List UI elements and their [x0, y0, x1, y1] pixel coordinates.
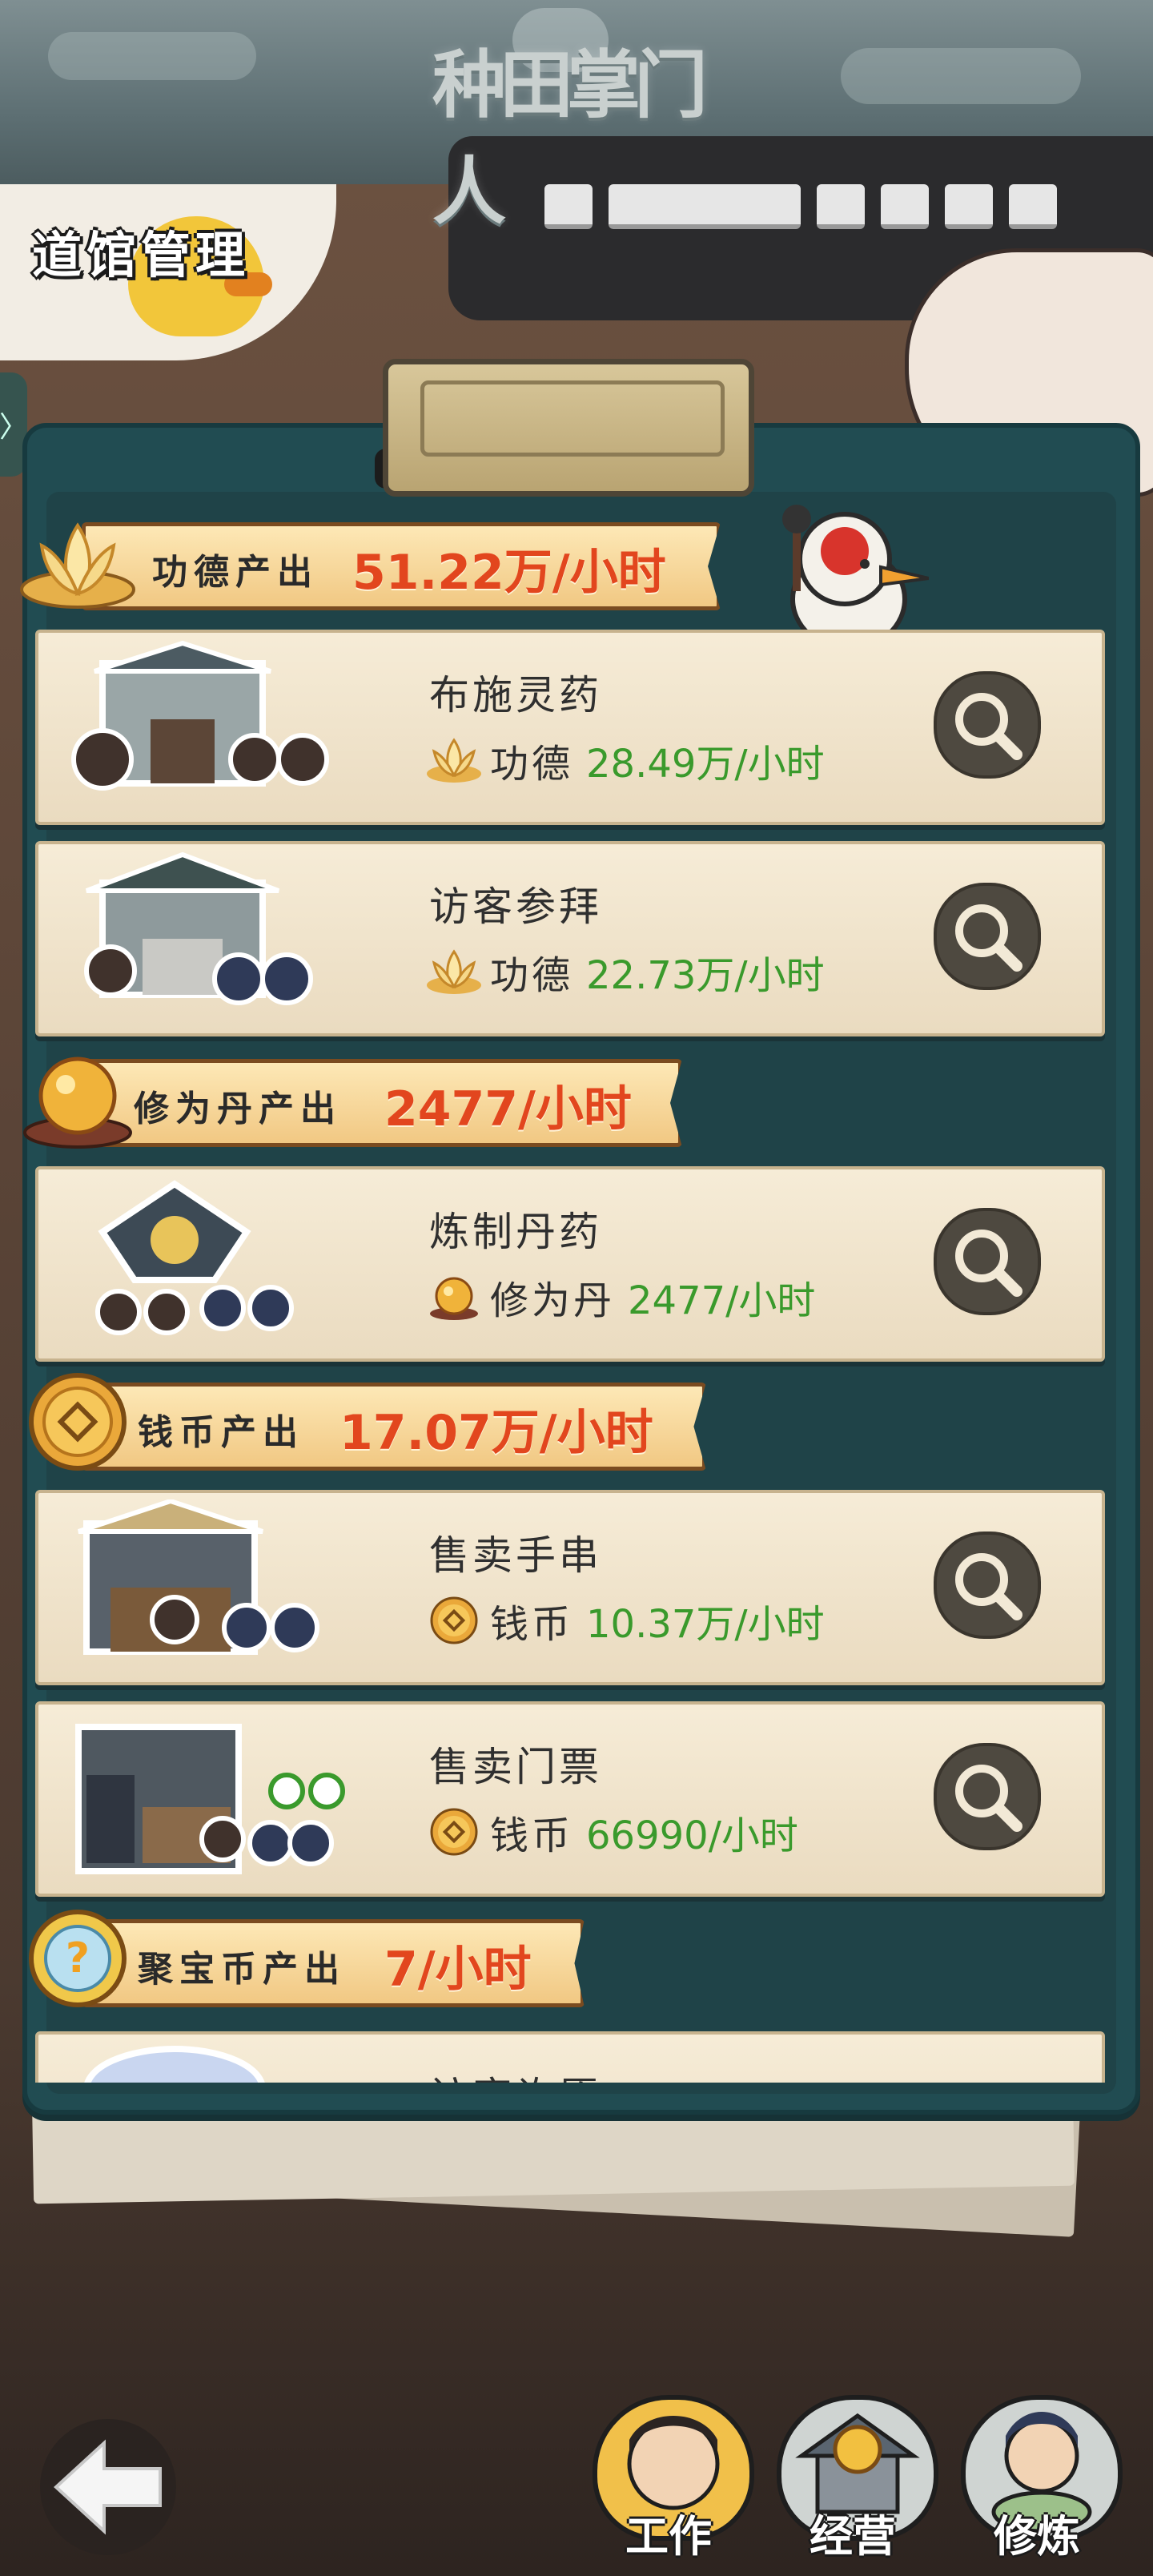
item-rate-row: 钱币 66990/小时 [423, 1804, 798, 1860]
item-currency-label: 钱币 [490, 1602, 574, 1647]
back-arrow-icon[interactable] [40, 2419, 176, 2555]
nav-work-button[interactable]: 工作 [585, 2387, 754, 2563]
item-name: 访客参拜 [429, 883, 602, 930]
section-header-coins: 钱币产出 17.07万/小时 [10, 1370, 714, 1471]
search-icon[interactable] [934, 1532, 1041, 1639]
svg-text:?: ? [66, 1934, 90, 1982]
item-rate-value: 2477/小时 [628, 1278, 816, 1323]
section-label: 钱币产出 [138, 1412, 304, 1453]
item-rate-row: 功德 22.73万/小时 [423, 944, 825, 1000]
section-label: 修为丹产出 [134, 1089, 342, 1129]
pill-orb-icon [430, 1277, 478, 1320]
search-icon[interactable] [934, 1208, 1041, 1315]
list-item-refine-pills: 炼制丹药 修为丹 2477/小时 [35, 1166, 1105, 1362]
section-value: 17.07万/小时 [339, 1405, 653, 1461]
nav-label: 工作 [625, 2510, 712, 2562]
item-rate-value: 28.49万/小时 [586, 742, 825, 787]
lotus-icon [427, 949, 481, 994]
building-thumbnail-icon [95, 1180, 294, 1335]
lotus-icon [427, 738, 481, 783]
coin-icon [430, 1808, 478, 1856]
item-rate-value: 66990/小时 [586, 1813, 798, 1858]
item-currency-label: 功德 [490, 742, 574, 787]
section-label: 功德产出 [152, 552, 319, 593]
item-rate-value: 22.73万/小时 [586, 953, 825, 998]
item-name: 布施灵药 [429, 672, 602, 718]
item-rate-row: 修为丹 2477/小时 [423, 1269, 815, 1325]
item-rate-value: 10.37万/小时 [586, 1602, 825, 1647]
nav-manage-button[interactable]: 经营 [769, 2387, 938, 2563]
search-icon[interactable] [934, 1743, 1041, 1850]
list-item-sell-bracelets: 售卖手串 钱币 10.37万/小时 [35, 1490, 1105, 1685]
treasure-coin-icon: ? [29, 1910, 127, 2007]
item-currency-label: 修为丹 [490, 1278, 616, 1323]
item-name: 炼制丹药 [429, 1209, 602, 1255]
section-header-cultivation-pill: 修为丹产出 2477/小时 [10, 1046, 698, 1149]
section-value: 7/小时 [384, 1942, 532, 1998]
item-name: 访客许愿 [429, 2065, 602, 2083]
building-thumbnail-icon [78, 1499, 319, 1655]
search-icon[interactable] [934, 671, 1041, 779]
nav-label: 经营 [810, 2510, 896, 2562]
coin-icon [29, 1373, 127, 1471]
list-item-donate-herbs: 布施灵药 功德 28.49万/小时 [35, 630, 1105, 825]
section-label: 聚宝币产出 [138, 1949, 346, 1990]
nav-label: 修炼 [994, 2510, 1080, 2562]
section-value: 51.22万/小时 [352, 545, 666, 601]
production-list[interactable]: 功德产出 51.22万/小时 布施灵药 功德 28.49万/小时 访客参拜 功德… [0, 0, 1153, 2083]
item-rate-row: 功德 28.49万/小时 [423, 732, 825, 788]
nav-cultivate-button[interactable]: 修炼 [953, 2387, 1123, 2563]
list-item-visitor-wish: 访客许愿 [35, 2031, 1105, 2083]
building-thumbnail-icon [84, 2046, 265, 2083]
item-name: 售卖手串 [429, 1532, 602, 1579]
building-thumbnail-icon [75, 1724, 345, 1874]
section-value: 2477/小时 [384, 1081, 632, 1137]
lotus-icon [20, 522, 135, 609]
item-name: 售卖门票 [429, 1744, 602, 1790]
item-currency-label: 功德 [490, 953, 574, 998]
section-header-merit: 功德产出 51.22万/小时 [10, 509, 730, 610]
building-thumbnail-icon [84, 851, 313, 1005]
list-item-sell-tickets: 售卖门票 钱币 66990/小时 [35, 1701, 1105, 1897]
pill-orb-icon [23, 1057, 132, 1149]
search-icon[interactable] [934, 883, 1041, 990]
list-item-visitor-worship: 访客参拜 功德 22.73万/小时 [35, 841, 1105, 1036]
item-currency-label: 钱币 [490, 1813, 574, 1858]
section-header-treasure-coins: ? 聚宝币产出 7/小时 [10, 1906, 602, 2007]
item-rate-row: 钱币 10.37万/小时 [423, 1592, 825, 1648]
coin-icon [430, 1596, 478, 1644]
building-thumbnail-icon [71, 640, 329, 791]
